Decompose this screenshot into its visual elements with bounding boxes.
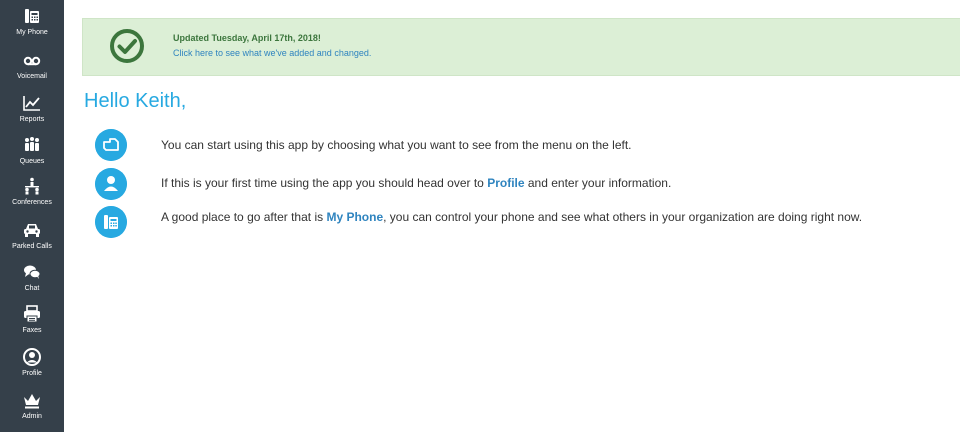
nav-label-voicemail: Voicemail xyxy=(17,73,47,80)
banner-title: Updated Tuesday, April 17th, 2018! xyxy=(173,33,321,43)
profile-link[interactable]: Profile xyxy=(487,176,524,190)
nav-label-chat: Chat xyxy=(24,285,40,292)
nav-label-faxes: Faxes xyxy=(22,327,42,334)
nav-chat[interactable]: Chat xyxy=(0,258,64,298)
nav-parked-calls[interactable]: Parked Calls xyxy=(0,216,64,256)
hand-pointer-icon xyxy=(95,129,127,161)
nav-label-my-phone: My Phone xyxy=(16,29,48,36)
tip-profile: If this is your first time using the app… xyxy=(161,176,671,190)
nav-reports[interactable]: Reports xyxy=(0,89,64,129)
page-title: Hello Keith, xyxy=(84,90,187,112)
nav-my-phone[interactable]: My Phone xyxy=(0,2,64,42)
tip-phone: A good place to go after that is My Phon… xyxy=(161,210,862,224)
update-banner: Updated Tuesday, April 17th, 2018! Click… xyxy=(82,18,960,76)
nav-admin[interactable]: Admin xyxy=(0,386,64,426)
check-circle-icon xyxy=(110,29,144,63)
sidebar: My Phone Voicemail Reports Queues Confer… xyxy=(0,0,64,432)
nav-label-queues: Queues xyxy=(19,158,45,165)
tip-phone-before: A good place to go after that is xyxy=(161,210,327,224)
nav-voicemail[interactable]: Voicemail xyxy=(0,46,64,86)
nav-label-conferences: Conferences xyxy=(12,199,52,206)
chart-line-icon xyxy=(23,96,40,111)
tip-phone-after: , you can control your phone and see wha… xyxy=(383,210,863,224)
nav-faxes[interactable]: Faxes xyxy=(0,300,64,340)
my-phone-link[interactable]: My Phone xyxy=(326,210,383,224)
people-queue-icon xyxy=(25,137,39,151)
desk-phone-icon xyxy=(95,206,127,238)
nav-label-reports: Reports xyxy=(19,116,45,123)
user-icon xyxy=(95,168,127,200)
banner-link[interactable]: Click here to see what we've added and c… xyxy=(173,48,371,58)
nav-profile[interactable]: Profile xyxy=(0,343,64,383)
tip-menu: You can start using this app by choosing… xyxy=(161,138,632,152)
phone-icon xyxy=(25,9,39,23)
chat-bubbles-icon xyxy=(24,265,41,279)
tip-profile-after: and enter your information. xyxy=(524,176,672,190)
printer-icon xyxy=(24,305,40,323)
conference-icon xyxy=(25,177,39,195)
user-circle-icon xyxy=(23,348,41,366)
nav-queues[interactable]: Queues xyxy=(0,131,64,171)
nav-label-profile: Profile xyxy=(22,370,42,377)
voicemail-icon xyxy=(23,56,41,66)
tip-profile-before: If this is your first time using the app… xyxy=(161,176,488,190)
car-icon xyxy=(24,224,40,237)
nav-label-parked-calls: Parked Calls xyxy=(12,243,52,250)
crown-icon xyxy=(24,394,40,409)
nav-conferences[interactable]: Conferences xyxy=(0,172,64,212)
nav-label-admin: Admin xyxy=(22,413,42,420)
